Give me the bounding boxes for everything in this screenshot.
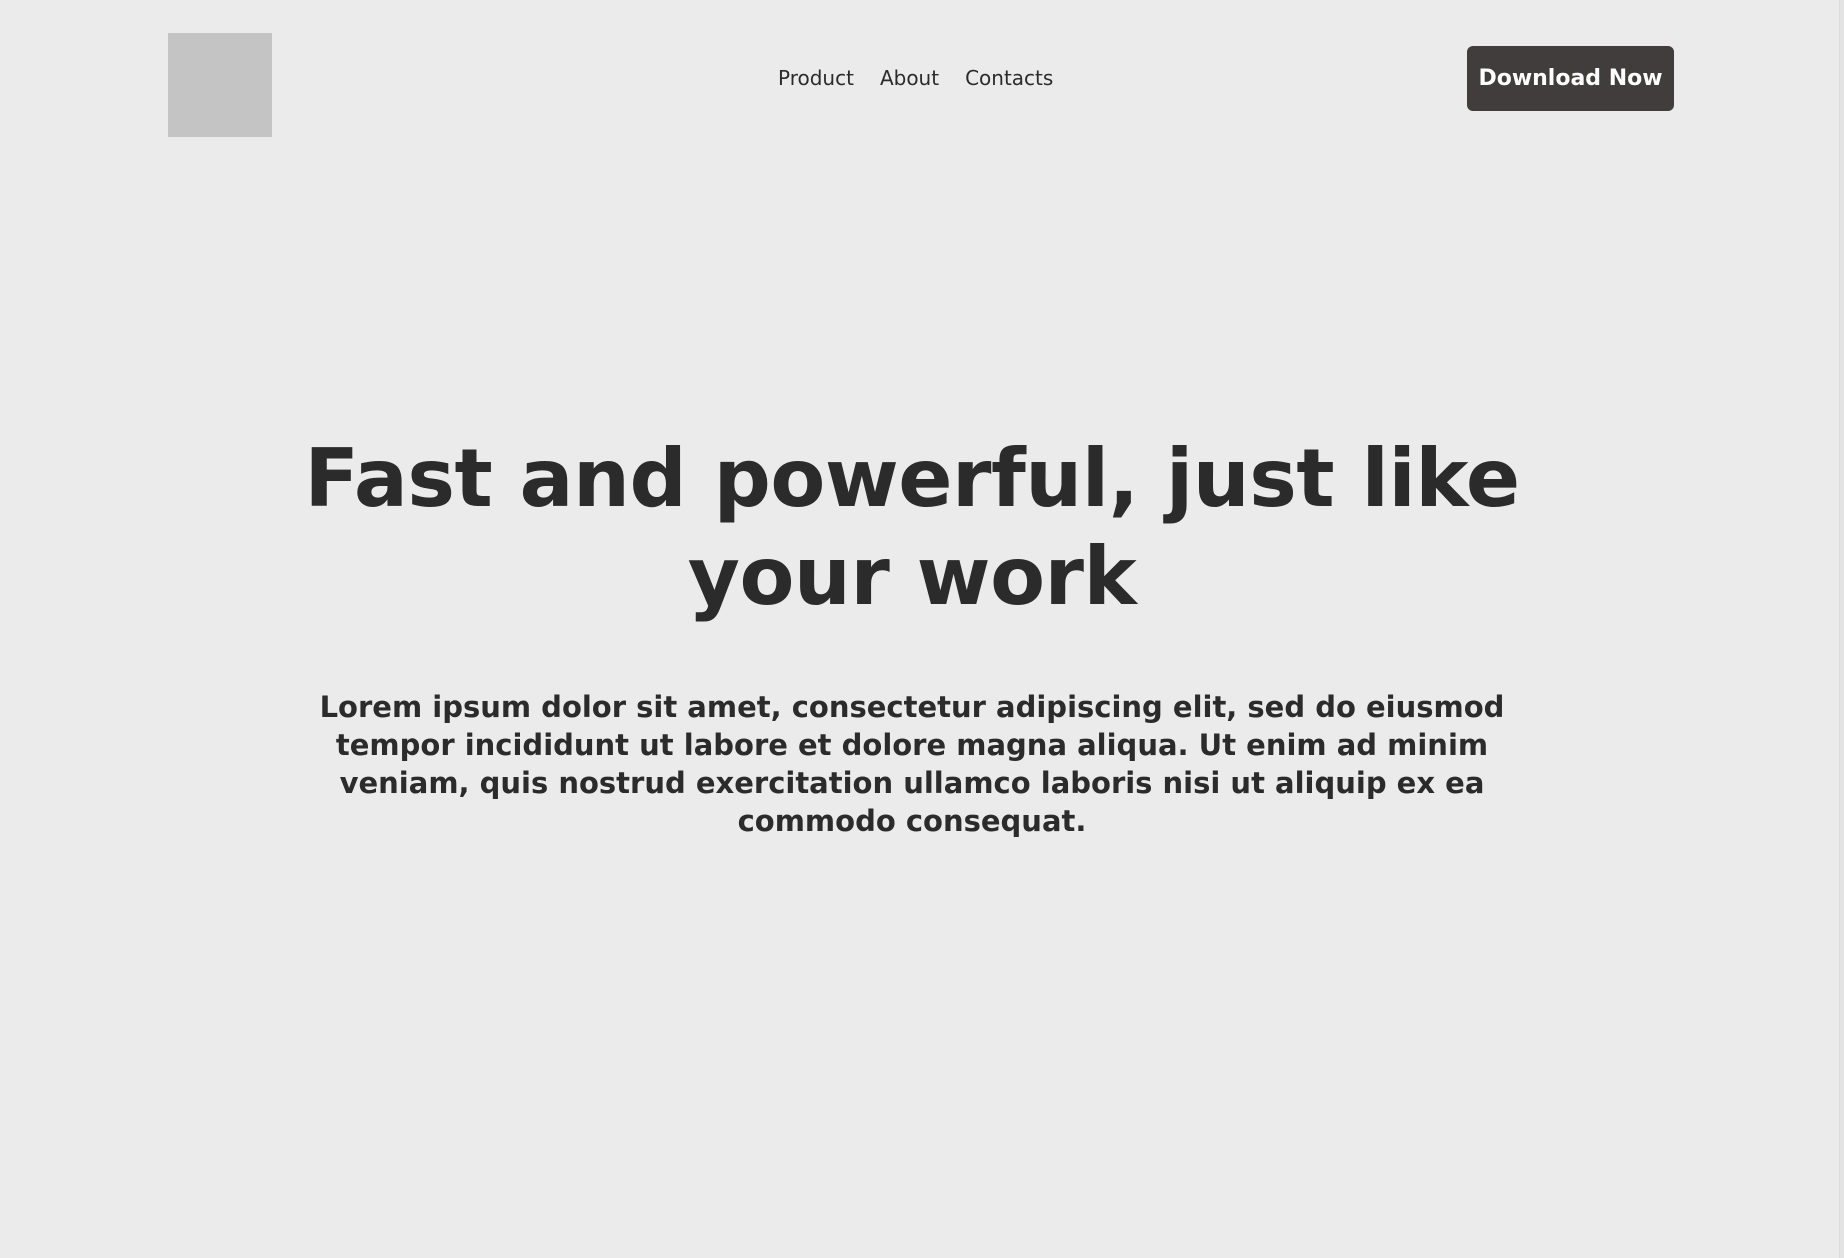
hero-description: Lorem ipsum dolor sit amet, consectetur …: [319, 690, 1505, 838]
site-header: Product About Contacts Download Now: [0, 0, 1844, 140]
page-scrollbar[interactable]: [1839, 0, 1844, 1258]
logo-placeholder[interactable]: [168, 33, 272, 137]
main-nav: Product About Contacts: [778, 64, 1053, 92]
hero-title: Fast and powerful, just like your work: [304, 432, 1520, 623]
nav-link-about[interactable]: About: [880, 64, 939, 92]
download-now-button[interactable]: Download Now: [1467, 46, 1674, 111]
nav-link-product[interactable]: Product: [778, 64, 854, 92]
nav-link-contacts[interactable]: Contacts: [965, 64, 1053, 92]
